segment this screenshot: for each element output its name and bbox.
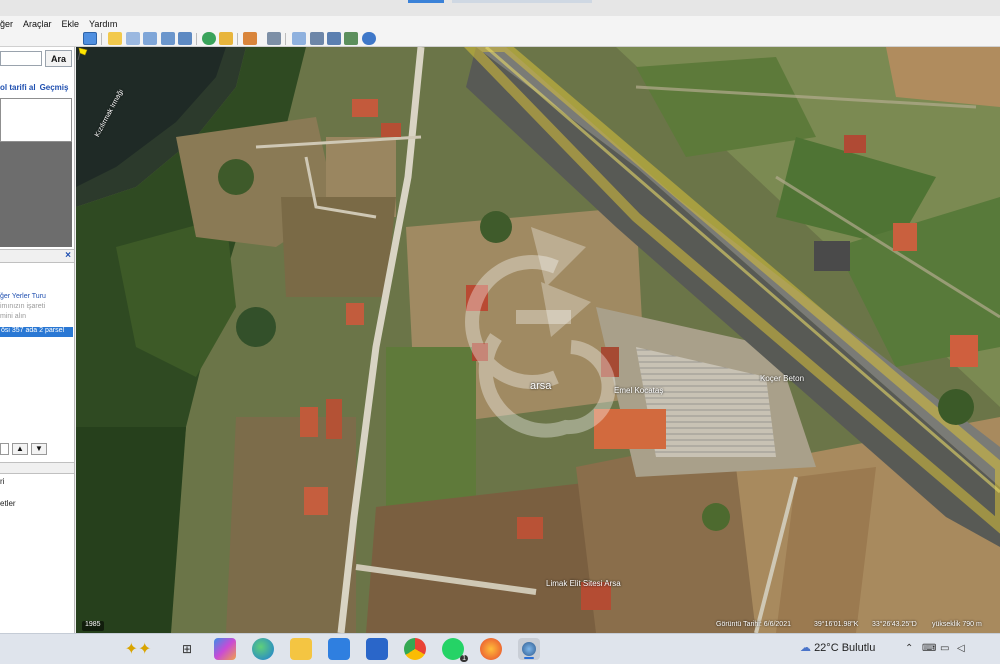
save-image-icon[interactable] <box>327 32 341 45</box>
chevron-up-icon[interactable]: ⌃ <box>905 643 917 655</box>
volume-icon[interactable]: ◁ <box>957 643 969 655</box>
title-strip <box>0 0 1000 16</box>
chrome-icon[interactable] <box>404 638 426 660</box>
historical-imagery-icon[interactable] <box>202 32 216 45</box>
move-down-button[interactable]: ▼ <box>31 443 47 455</box>
toolbar-divider <box>285 33 286 45</box>
toolbar <box>0 31 1000 47</box>
sidebar-toggle-icon[interactable] <box>83 32 97 45</box>
search-button[interactable]: Ara <box>45 50 72 67</box>
parcel-label[interactable]: arsa <box>530 380 551 392</box>
menu-item-add[interactable]: Ekle <box>62 19 80 29</box>
layer-item[interactable]: ri <box>0 477 4 486</box>
places-panel-header: × <box>0 249 74 263</box>
cloud-icon: ☁ <box>800 642 811 654</box>
path-icon[interactable] <box>143 32 157 45</box>
search-input[interactable] <box>0 51 42 66</box>
ruler-icon[interactable] <box>267 32 281 45</box>
imagery-date: Görüntü Tarihi: 6/6/2021 <box>716 621 791 628</box>
search-results-empty-area <box>0 142 72 247</box>
tab-history[interactable]: Geçmiş <box>40 83 69 92</box>
record-tour-icon[interactable] <box>178 32 192 45</box>
copilot-sparkle-icon[interactable]: ✦✦ <box>116 638 160 660</box>
earth-globe-icon <box>522 642 536 656</box>
menu-bar: ğer Araçlar Ekle Yardım <box>0 16 1000 32</box>
polygon-icon[interactable] <box>126 32 140 45</box>
longitude: 33°26'43.25"D <box>872 621 917 628</box>
whatsapp-badge: 1 <box>460 655 468 662</box>
google-earth-window: ğer Araçlar Ekle Yardım Ara ol tarifi al… <box>0 0 1000 664</box>
tab-directions[interactable]: ol tarifi al <box>0 83 36 92</box>
keyboard-layout-icon[interactable]: ⌨ <box>922 643 936 655</box>
planets-icon[interactable] <box>243 32 257 45</box>
weather-text: Bulutlu <box>841 642 876 654</box>
menu-item-view[interactable]: ğer <box>0 19 13 29</box>
menu-item-help[interactable]: Yardım <box>89 19 117 29</box>
poi-label[interactable]: Emel Kocataş <box>614 386 663 395</box>
poi-label[interactable]: Koçer Beton <box>760 374 804 383</box>
menu-item-tools[interactable]: Araçlar <box>23 19 52 29</box>
search-tabs: ol tarifi al Geçmiş <box>0 83 74 95</box>
placemark-icon[interactable] <box>108 32 122 45</box>
toolbar-divider <box>101 33 102 45</box>
file-explorer-icon[interactable] <box>290 638 312 660</box>
move-up-button[interactable]: ▲ <box>12 443 28 455</box>
place-item-hint-2: mini alın <box>0 313 27 320</box>
sidebar: Ara ol tarifi al Geçmiş × ğer Yerler Turu… <box>0 47 75 633</box>
layer-item[interactable]: etler <box>0 499 16 508</box>
poi-label[interactable]: Limak Elit Sitesi Arsa <box>546 579 621 588</box>
weather-widget[interactable]: ☁ 22°C Bulutlu <box>800 641 875 654</box>
place-item-tour[interactable]: ğer Yerler Turu <box>0 293 46 300</box>
mail-icon[interactable] <box>366 638 388 660</box>
places-nav-box[interactable] <box>0 443 9 455</box>
taskbar: ✦✦ ⊞ 1 ☁ 22°C Bulutlu ⌃ ⌨ ▭ ◁ <box>0 633 1000 664</box>
network-icon[interactable]: ▭ <box>940 643 952 655</box>
active-tab-indicator <box>408 0 444 3</box>
firefox-icon[interactable] <box>480 638 502 660</box>
map-view[interactable]: Kızılırmak Irmağı arsa Emel Kocataş Koçe… <box>76 47 1000 633</box>
toolbar-divider <box>237 33 238 45</box>
whatsapp-icon[interactable]: 1 <box>442 638 468 662</box>
google-earth-taskbar-icon[interactable] <box>518 638 540 660</box>
elevation: yükseklik 790 m <box>932 621 982 628</box>
toolbar-divider <box>196 33 197 45</box>
email-icon[interactable] <box>292 32 306 45</box>
search-results-box <box>0 98 72 142</box>
close-icon[interactable]: × <box>65 250 71 261</box>
edge-icon[interactable] <box>252 638 274 660</box>
weather-temp: 22°C <box>814 642 839 654</box>
map-status-bar: Görüntü Tarihi: 6/6/2021 39°16'01.98"K 3… <box>76 621 1000 633</box>
place-item-selected[interactable]: ösi 357 ada 2 parsel <box>0 327 73 337</box>
sunlight-icon[interactable] <box>219 32 233 45</box>
satellite-imagery <box>76 47 1000 633</box>
places-nav: ▲ ▼ <box>0 443 74 457</box>
latitude: 39°16'01.98"K <box>814 621 859 628</box>
task-view-icon[interactable]: ⊞ <box>176 638 198 660</box>
placemark-pin-icon[interactable] <box>76 47 88 61</box>
print-icon[interactable] <box>310 32 324 45</box>
image-overlay-icon[interactable] <box>161 32 175 45</box>
earth-gallery-icon[interactable] <box>362 32 376 45</box>
active-app-indicator <box>524 657 534 659</box>
layers-panel-header <box>0 462 74 474</box>
copilot-icon[interactable] <box>214 638 236 660</box>
tab-strip <box>452 0 592 3</box>
microsoft-store-icon[interactable] <box>328 638 350 660</box>
place-item-hint: imınızın işareti <box>0 303 46 310</box>
maps-view-icon[interactable] <box>344 32 358 45</box>
